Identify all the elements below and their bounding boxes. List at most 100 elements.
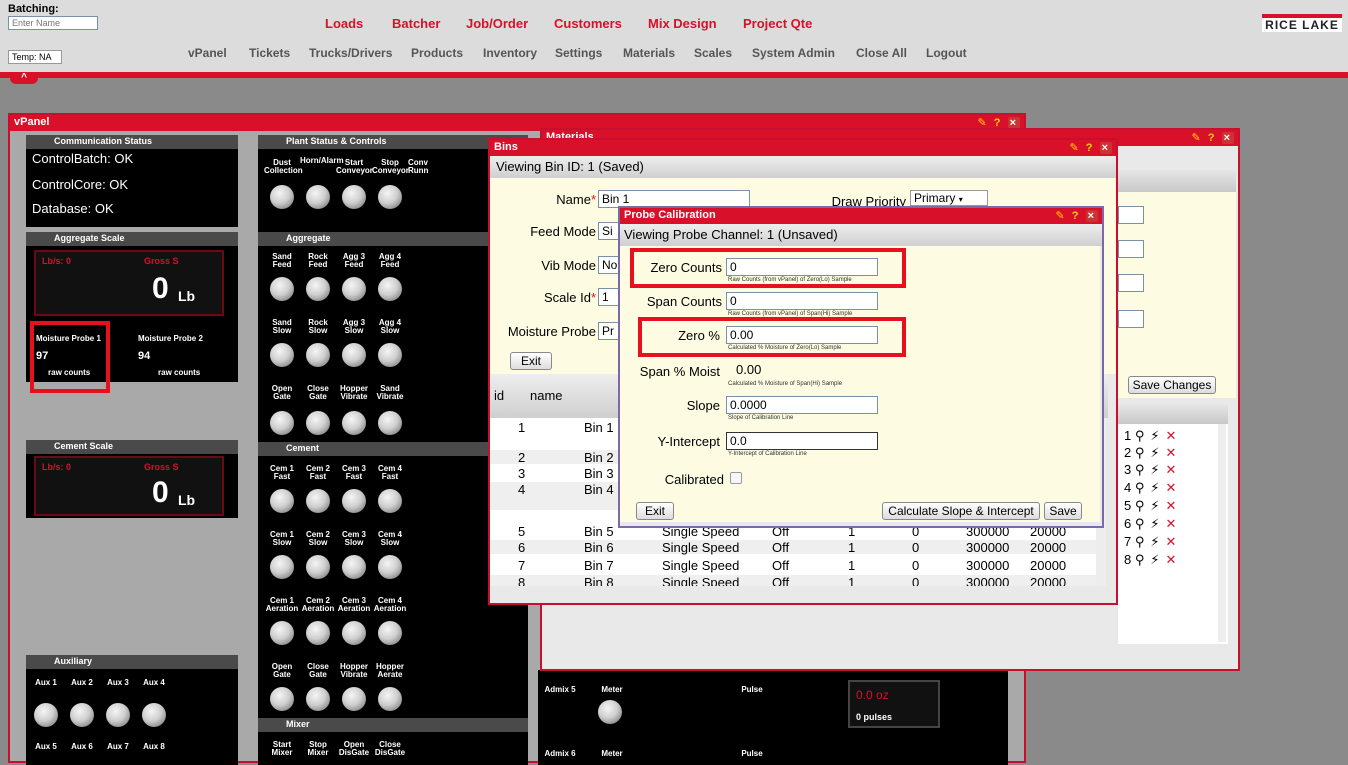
start-conveyor-knob[interactable]	[342, 185, 366, 209]
materials-field-3[interactable]	[1118, 274, 1144, 292]
cem3-fast-knob[interactable]	[342, 489, 366, 513]
nav-logout[interactable]: Logout	[926, 46, 967, 60]
cem4-fast-knob[interactable]	[378, 489, 402, 513]
materials-field-2[interactable]	[1118, 240, 1144, 258]
nav-batcher[interactable]: Batcher	[392, 16, 440, 31]
nav-customers[interactable]: Customers	[554, 16, 622, 31]
agg-hopper-vibrate-knob[interactable]	[342, 411, 366, 435]
horn-alarm-knob[interactable]	[306, 185, 330, 209]
agg4-slow-knob[interactable]	[378, 343, 402, 367]
agg-open-gate-knob[interactable]	[270, 411, 294, 435]
materials-row-1[interactable]: 1 ⚲⚡✕	[1124, 428, 1182, 444]
nav-mix-design[interactable]: Mix Design	[648, 16, 717, 31]
bins-close-icon[interactable]: ×	[1099, 142, 1112, 154]
table-row[interactable]: 6 Bin 6 Single Speed Off 1 0 300000 20000	[490, 540, 1106, 555]
probe-exit-button[interactable]: Exit	[636, 502, 674, 520]
row-action-icons[interactable]: ⚲⚡✕	[1135, 445, 1183, 460]
materials-row-4[interactable]: 4 ⚲⚡✕	[1124, 480, 1182, 496]
calculate-slope-intercept-button[interactable]: Calculate Slope & Intercept	[882, 502, 1040, 520]
materials-row-3[interactable]: 3 ⚲⚡✕	[1124, 462, 1182, 478]
probe-save-button[interactable]: Save	[1044, 502, 1082, 520]
sand-slow-knob[interactable]	[270, 343, 294, 367]
col-id-header[interactable]: id	[494, 388, 504, 403]
nav-materials[interactable]: Materials	[623, 46, 675, 60]
save-changes-button[interactable]: Save Changes	[1128, 376, 1216, 394]
nav-project-qte[interactable]: Project Qte	[743, 16, 812, 31]
row-action-icons[interactable]: ⚲⚡✕	[1135, 516, 1183, 531]
materials-close-icon[interactable]: ×	[1221, 132, 1234, 144]
delete-icon[interactable]: ✕	[1166, 462, 1183, 477]
cem4-aeration-knob[interactable]	[378, 621, 402, 645]
row-action-icons[interactable]: ⚲⚡✕	[1135, 534, 1183, 549]
dust-collection-knob[interactable]	[270, 185, 294, 209]
cem3-slow-knob[interactable]	[342, 555, 366, 579]
materials-row-7[interactable]: 7 ⚲⚡✕	[1124, 534, 1182, 550]
stop-conveyor-knob[interactable]	[378, 185, 402, 209]
cem2-fast-knob[interactable]	[306, 489, 330, 513]
span-counts-input[interactable]	[726, 292, 878, 310]
delete-icon[interactable]: ✕	[1166, 480, 1183, 495]
cem2-aeration-knob[interactable]	[306, 621, 330, 645]
delete-icon[interactable]: ✕	[1166, 428, 1183, 443]
nav-trucks-drivers[interactable]: Trucks/Drivers	[309, 46, 392, 60]
cem1-fast-knob[interactable]	[270, 489, 294, 513]
nav-job-order[interactable]: Job/Order	[466, 16, 528, 31]
agg3-feed-knob[interactable]	[342, 277, 366, 301]
materials-row-6[interactable]: 6 ⚲⚡✕	[1124, 516, 1182, 532]
row-action-icons[interactable]: ⚲⚡✕	[1135, 462, 1183, 477]
nav-scales[interactable]: Scales	[694, 46, 732, 60]
cem3-aeration-knob[interactable]	[342, 621, 366, 645]
materials-field-1[interactable]	[1118, 206, 1144, 224]
nav-tickets[interactable]: Tickets	[249, 46, 290, 60]
aux1-knob[interactable]	[34, 703, 58, 727]
materials-window-controls[interactable]: ✎ ? ×	[1192, 131, 1234, 144]
probe-close-icon[interactable]: ×	[1085, 210, 1098, 222]
nav-vpanel[interactable]: vPanel	[188, 46, 227, 60]
row-action-icons[interactable]: ⚲⚡✕	[1135, 498, 1183, 513]
sand-vibrate-knob[interactable]	[378, 411, 402, 435]
row-action-icons[interactable]: ⚲⚡✕	[1135, 552, 1183, 567]
materials-row-2[interactable]: 2 ⚲⚡✕	[1124, 445, 1182, 461]
rock-slow-knob[interactable]	[306, 343, 330, 367]
materials-row-8[interactable]: 8 ⚲⚡✕	[1124, 552, 1182, 568]
collapse-header-icon[interactable]: ^	[10, 72, 38, 84]
probe-window-controls[interactable]: ✎ ? ×	[1056, 209, 1098, 222]
table-row[interactable]: 8 Bin 8 Single Speed Off 1 0 300000 20000	[490, 575, 1106, 586]
sand-feed-knob[interactable]	[270, 277, 294, 301]
row-action-icons[interactable]: ⚲⚡✕	[1135, 428, 1183, 443]
nav-products[interactable]: Products	[411, 46, 463, 60]
delete-icon[interactable]: ✕	[1166, 445, 1183, 460]
cem4-slow-knob[interactable]	[378, 555, 402, 579]
bins-window-controls[interactable]: ✎ ? ×	[1070, 141, 1112, 154]
row-action-icons[interactable]: ⚲⚡✕	[1135, 480, 1183, 495]
batch-name-input[interactable]	[8, 16, 98, 30]
cem-hopper-aerate-knob[interactable]	[378, 687, 402, 711]
nav-inventory[interactable]: Inventory	[483, 46, 537, 60]
admix5-meter-knob[interactable]	[598, 700, 622, 724]
delete-icon[interactable]: ✕	[1166, 498, 1183, 513]
aux2-knob[interactable]	[70, 703, 94, 727]
cem1-aeration-knob[interactable]	[270, 621, 294, 645]
delete-icon[interactable]: ✕	[1166, 534, 1183, 549]
materials-field-4[interactable]	[1118, 310, 1144, 328]
delete-icon[interactable]: ✕	[1166, 516, 1183, 531]
cem2-slow-knob[interactable]	[306, 555, 330, 579]
delete-icon[interactable]: ✕	[1166, 552, 1183, 567]
agg-close-gate-knob[interactable]	[306, 411, 330, 435]
nav-loads[interactable]: Loads	[325, 16, 363, 31]
agg4-feed-knob[interactable]	[378, 277, 402, 301]
aux3-knob[interactable]	[106, 703, 130, 727]
calibrated-checkbox[interactable]	[730, 472, 742, 484]
cem1-slow-knob[interactable]	[270, 555, 294, 579]
slope-input[interactable]	[726, 396, 878, 414]
materials-scrollbar[interactable]	[1218, 424, 1226, 642]
aux4-knob[interactable]	[142, 703, 166, 727]
materials-row-5[interactable]: 5 ⚲⚡✕	[1124, 498, 1182, 514]
bins-exit-button[interactable]: Exit	[510, 352, 552, 370]
col-name-header[interactable]: name	[530, 388, 563, 403]
table-row[interactable]: 7 Bin 7 Single Speed Off 1 0 300000 20000	[490, 558, 1106, 573]
draw-priority-select[interactable]: Primary ▾	[910, 190, 988, 206]
nav-system-admin[interactable]: System Admin	[752, 46, 835, 60]
cem-close-gate-knob[interactable]	[306, 687, 330, 711]
agg3-slow-knob[interactable]	[342, 343, 366, 367]
